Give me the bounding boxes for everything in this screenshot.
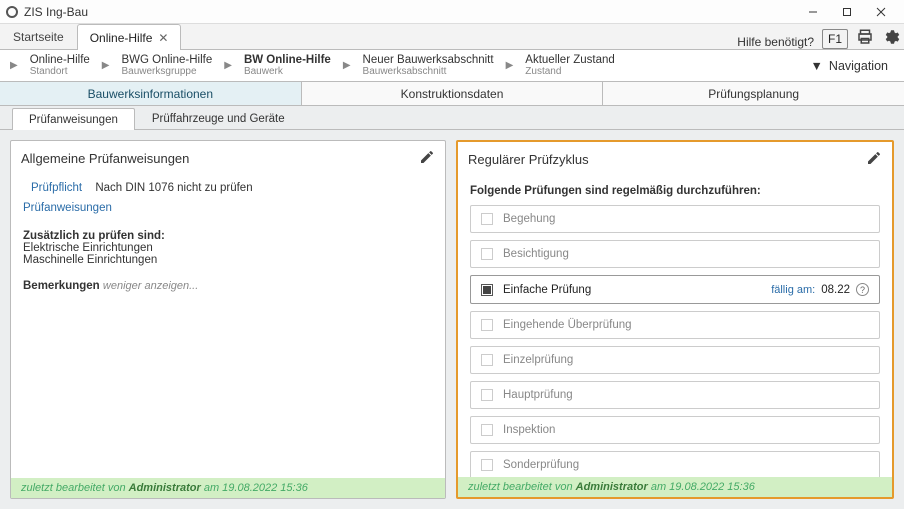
panel-pruefanweisungen: Allgemeine Prüfanweisungen Prüfpflicht N… — [10, 140, 446, 499]
app-icon — [6, 6, 18, 18]
edit-icon[interactable] — [866, 150, 882, 169]
panel-title: Regulärer Prüfzyklus — [468, 152, 589, 167]
check-item[interactable]: Besichtigung — [470, 240, 880, 268]
sub-tab-pruefanweisungen[interactable]: Prüfanweisungen — [12, 108, 135, 130]
checkbox[interactable] — [481, 389, 493, 401]
chevron-right-icon: ▶ — [222, 60, 234, 71]
chevron-right-icon: ▶ — [8, 60, 20, 71]
top-tab-online-hilfe[interactable]: Online-Hilfe ✕ — [77, 24, 182, 50]
check-item[interactable]: Sonderprüfung — [470, 451, 880, 477]
cycle-intro: Folgende Prüfungen sind regelmäßig durch… — [470, 185, 880, 197]
due-value: 08.22 — [821, 284, 850, 296]
chevron-right-icon: ▶ — [341, 60, 353, 71]
zusatz-line: Maschinelle Einrichtungen — [23, 254, 433, 266]
chevron-right-icon: ▶ — [100, 60, 112, 71]
check-item-label: Besichtigung — [503, 248, 569, 260]
section-tab-bauwerksinformationen[interactable]: Bauwerksinformationen — [0, 82, 302, 105]
top-tab-label: Startseite — [13, 30, 64, 44]
check-item-label: Eingehende Überprüfung — [503, 319, 632, 331]
chevron-right-icon: ▶ — [504, 60, 516, 71]
top-tab-bar: Startseite Online-Hilfe ✕ Hilfe benötigt… — [0, 24, 904, 50]
breadcrumb-bar: ▶ Online-HilfeStandort ▶ BWG Online-Hilf… — [0, 50, 904, 82]
breadcrumb-item[interactable]: Online-HilfeStandort — [20, 54, 100, 78]
content-area: Allgemeine Prüfanweisungen Prüfpflicht N… — [0, 130, 904, 509]
breadcrumb-item-current[interactable]: BW Online-HilfeBauwerk — [234, 54, 341, 78]
breadcrumb-item[interactable]: Aktueller ZustandZustand — [515, 54, 625, 78]
sub-tab-prueffahrzeuge[interactable]: Prüffahrzeuge und Geräte — [135, 107, 302, 129]
edit-icon[interactable] — [419, 149, 435, 168]
zusatz-heading: Zusätzlich zu prüfen sind: — [23, 230, 433, 242]
checkbox[interactable] — [481, 319, 493, 331]
print-button[interactable] — [852, 25, 878, 49]
check-item[interactable]: Hauptprüfung — [470, 381, 880, 409]
checkbox[interactable] — [481, 248, 493, 260]
check-item[interactable]: Begehung — [470, 205, 880, 233]
checkbox[interactable] — [481, 213, 493, 225]
check-item[interactable]: Einfache Prüfung fällig am: 08.22? — [470, 275, 880, 304]
window-minimize-button[interactable] — [796, 0, 830, 24]
checkbox[interactable] — [481, 459, 493, 471]
window-maximize-button[interactable] — [830, 0, 864, 24]
section-tab-bar: Bauwerksinformationen Konstruktionsdaten… — [0, 82, 904, 106]
check-item-label: Hauptprüfung — [503, 389, 573, 401]
sub-tab-bar: Prüfanweisungen Prüffahrzeuge und Geräte — [0, 106, 904, 130]
zusatz-line: Elektrische Einrichtungen — [23, 242, 433, 254]
check-item[interactable]: Einzelprüfung — [470, 346, 880, 374]
settings-button[interactable] — [878, 25, 904, 49]
panel-footer: zuletzt bearbeitet von Administrator am … — [11, 478, 445, 498]
check-item[interactable]: Eingehende Überprüfung — [470, 311, 880, 339]
pruefpflicht-value: Nach DIN 1076 nicht zu prüfen — [95, 182, 252, 194]
navigation-button[interactable]: ▼ Navigation — [803, 55, 896, 77]
check-item-label: Begehung — [503, 213, 555, 225]
checkbox[interactable] — [481, 354, 493, 366]
help-needed-label: Hilfe benötigt? — [737, 35, 814, 49]
section-tab-pruefungsplanung[interactable]: Prüfungsplanung — [603, 82, 904, 105]
window-title: ZIS Ing-Bau — [24, 5, 796, 19]
top-tab-label: Online-Hilfe — [90, 31, 153, 45]
bemerkungen-label: Bemerkungen — [23, 280, 100, 292]
pruefpflicht-label: Prüfpflicht — [31, 182, 82, 194]
close-icon[interactable]: ✕ — [158, 31, 168, 45]
checkbox[interactable] — [481, 284, 493, 296]
pruefanweisungen-link[interactable]: Prüfanweisungen — [23, 202, 112, 214]
check-item-label: Einzelprüfung — [503, 354, 573, 366]
check-item-label: Sonderprüfung — [503, 459, 579, 471]
checkbox[interactable] — [481, 424, 493, 436]
navigation-label: Navigation — [829, 59, 888, 73]
bemerkungen-toggle[interactable]: weniger anzeigen... — [103, 280, 198, 292]
panel-pruefzyklus: Regulärer Prüfzyklus Folgende Prüfungen … — [456, 140, 894, 499]
breadcrumb-item[interactable]: BWG Online-HilfeBauwerksgruppe — [111, 54, 222, 78]
top-tab-startseite[interactable]: Startseite — [0, 23, 77, 49]
section-tab-konstruktionsdaten[interactable]: Konstruktionsdaten — [302, 82, 604, 105]
due-label: fällig am: — [771, 284, 815, 296]
window-titlebar: ZIS Ing-Bau — [0, 0, 904, 24]
f1-help-button[interactable]: F1 — [822, 29, 848, 49]
check-item-label: Inspektion — [503, 424, 555, 436]
panel-title: Allgemeine Prüfanweisungen — [21, 151, 189, 166]
check-item[interactable]: Inspektion — [470, 416, 880, 444]
chevron-down-icon: ▼ — [811, 59, 823, 73]
panel-footer: zuletzt bearbeitet von Administrator am … — [458, 477, 892, 497]
help-icon[interactable]: ? — [856, 283, 869, 296]
check-item-label: Einfache Prüfung — [503, 284, 591, 296]
breadcrumb-item[interactable]: Neuer BauwerksabschnittBauwerksabschnitt — [353, 54, 504, 78]
window-close-button[interactable] — [864, 0, 898, 24]
